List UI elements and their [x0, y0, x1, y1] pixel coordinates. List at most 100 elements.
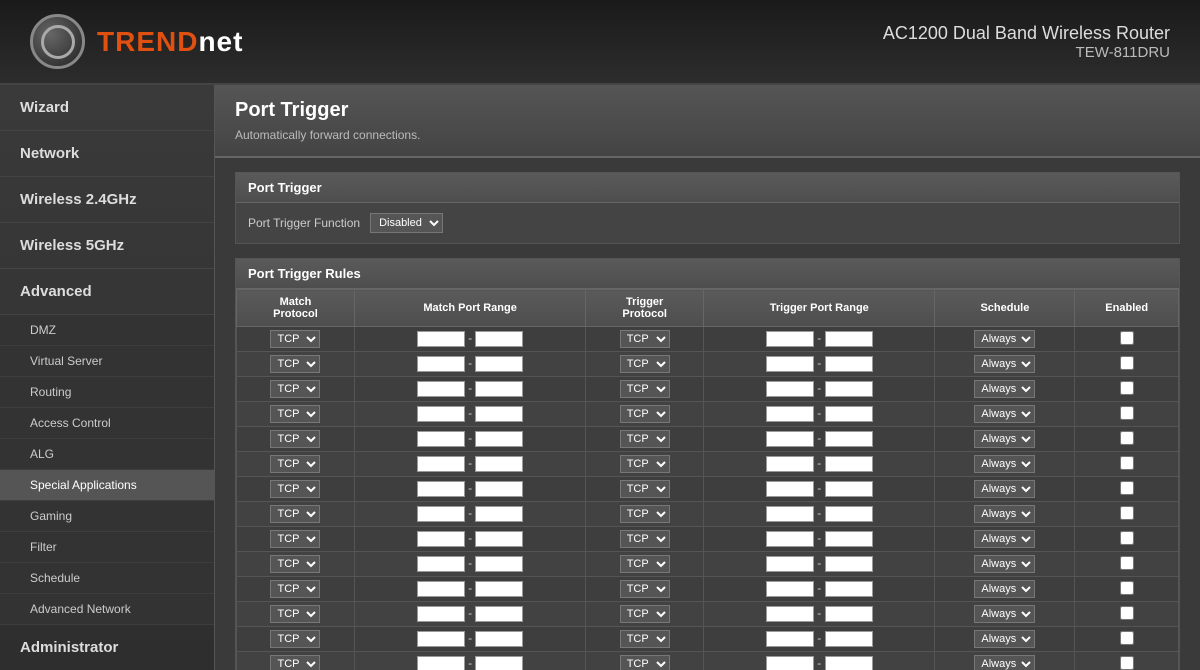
enabled-checkbox[interactable] — [1120, 631, 1134, 645]
schedule-select[interactable]: Always — [974, 555, 1035, 573]
trigger-port-start[interactable] — [766, 631, 814, 647]
trigger-port-end[interactable] — [825, 356, 873, 372]
trigger-port-start[interactable] — [766, 606, 814, 622]
sidebar-item-alg[interactable]: ALG — [0, 439, 214, 470]
match-protocol-select[interactable]: TCPUDPBoth — [270, 405, 320, 423]
sidebar-item-dmz[interactable]: DMZ — [0, 315, 214, 346]
match-protocol-select[interactable]: TCPUDPBoth — [270, 630, 320, 648]
match-port-end[interactable] — [475, 431, 523, 447]
trigger-port-end[interactable] — [825, 456, 873, 472]
function-select[interactable]: Disabled Enabled — [370, 213, 443, 233]
enabled-checkbox[interactable] — [1120, 656, 1134, 670]
schedule-select[interactable]: Always — [974, 355, 1035, 373]
trigger-port-start[interactable] — [766, 481, 814, 497]
trigger-protocol-select[interactable]: TCPUDPBoth — [620, 405, 670, 423]
trigger-protocol-select[interactable]: TCPUDPBoth — [620, 355, 670, 373]
match-port-end[interactable] — [475, 531, 523, 547]
sidebar-item-wireless24[interactable]: Wireless 2.4GHz — [0, 177, 214, 223]
enabled-checkbox[interactable] — [1120, 481, 1134, 495]
match-port-end[interactable] — [475, 631, 523, 647]
match-port-start[interactable] — [417, 631, 465, 647]
trigger-port-end[interactable] — [825, 631, 873, 647]
enabled-checkbox[interactable] — [1120, 606, 1134, 620]
trigger-port-end[interactable] — [825, 531, 873, 547]
trigger-port-end[interactable] — [825, 581, 873, 597]
trigger-protocol-select[interactable]: TCPUDPBoth — [620, 580, 670, 598]
trigger-port-end[interactable] — [825, 556, 873, 572]
match-port-end[interactable] — [475, 656, 523, 670]
match-port-start[interactable] — [417, 356, 465, 372]
schedule-select[interactable]: Always — [974, 605, 1035, 623]
match-port-end[interactable] — [475, 331, 523, 347]
match-protocol-select[interactable]: TCPUDPBoth — [270, 605, 320, 623]
match-port-start[interactable] — [417, 456, 465, 472]
schedule-select[interactable]: Always — [974, 405, 1035, 423]
trigger-protocol-select[interactable]: TCPUDPBoth — [620, 605, 670, 623]
trigger-port-start[interactable] — [766, 381, 814, 397]
sidebar-item-advanced[interactable]: Advanced — [0, 269, 214, 315]
sidebar-item-filter[interactable]: Filter — [0, 532, 214, 563]
trigger-protocol-select[interactable]: TCPUDPBoth — [620, 655, 670, 670]
schedule-select[interactable]: Always — [974, 480, 1035, 498]
enabled-checkbox[interactable] — [1120, 506, 1134, 520]
match-port-start[interactable] — [417, 581, 465, 597]
trigger-protocol-select[interactable]: TCPUDPBoth — [620, 430, 670, 448]
trigger-port-start[interactable] — [766, 581, 814, 597]
match-port-end[interactable] — [475, 356, 523, 372]
trigger-port-start[interactable] — [766, 656, 814, 670]
match-protocol-select[interactable]: TCPUDPBoth — [270, 455, 320, 473]
enabled-checkbox[interactable] — [1120, 531, 1134, 545]
trigger-protocol-select[interactable]: TCPUDPBoth — [620, 330, 670, 348]
sidebar-item-advanced-network[interactable]: Advanced Network — [0, 594, 214, 625]
enabled-checkbox[interactable] — [1120, 431, 1134, 445]
sidebar-item-access-control[interactable]: Access Control — [0, 408, 214, 439]
enabled-checkbox[interactable] — [1120, 556, 1134, 570]
match-protocol-select[interactable]: TCPUDPBoth — [270, 530, 320, 548]
trigger-port-end[interactable] — [825, 406, 873, 422]
match-protocol-select[interactable]: TCPUDPBoth — [270, 555, 320, 573]
trigger-protocol-select[interactable]: TCPUDPBoth — [620, 555, 670, 573]
match-port-end[interactable] — [475, 481, 523, 497]
trigger-port-start[interactable] — [766, 556, 814, 572]
match-port-end[interactable] — [475, 556, 523, 572]
sidebar-item-gaming[interactable]: Gaming — [0, 501, 214, 532]
match-port-end[interactable] — [475, 606, 523, 622]
trigger-port-start[interactable] — [766, 456, 814, 472]
match-port-end[interactable] — [475, 406, 523, 422]
sidebar-item-virtual-server[interactable]: Virtual Server — [0, 346, 214, 377]
trigger-port-start[interactable] — [766, 506, 814, 522]
match-port-start[interactable] — [417, 531, 465, 547]
match-protocol-select[interactable]: TCPUDPBoth — [270, 655, 320, 670]
match-protocol-select[interactable]: TCPUDPBoth — [270, 380, 320, 398]
schedule-select[interactable]: Always — [974, 505, 1035, 523]
trigger-port-end[interactable] — [825, 656, 873, 670]
match-port-start[interactable] — [417, 506, 465, 522]
enabled-checkbox[interactable] — [1120, 456, 1134, 470]
match-protocol-select[interactable]: TCPUDPBoth — [270, 580, 320, 598]
match-port-start[interactable] — [417, 331, 465, 347]
match-port-start[interactable] — [417, 406, 465, 422]
trigger-port-end[interactable] — [825, 481, 873, 497]
trigger-port-start[interactable] — [766, 356, 814, 372]
match-port-end[interactable] — [475, 456, 523, 472]
schedule-select[interactable]: Always — [974, 580, 1035, 598]
match-port-end[interactable] — [475, 381, 523, 397]
enabled-checkbox[interactable] — [1120, 331, 1134, 345]
trigger-port-start[interactable] — [766, 531, 814, 547]
sidebar-item-wireless5[interactable]: Wireless 5GHz — [0, 223, 214, 269]
match-protocol-select[interactable]: TCPUDPBoth — [270, 330, 320, 348]
sidebar-item-special-applications[interactable]: Special Applications — [0, 470, 214, 501]
trigger-port-start[interactable] — [766, 331, 814, 347]
schedule-select[interactable]: Always — [974, 430, 1035, 448]
sidebar-item-routing[interactable]: Routing — [0, 377, 214, 408]
match-port-start[interactable] — [417, 556, 465, 572]
trigger-port-start[interactable] — [766, 406, 814, 422]
trigger-port-end[interactable] — [825, 431, 873, 447]
match-protocol-select[interactable]: TCPUDPBoth — [270, 505, 320, 523]
sidebar-item-schedule[interactable]: Schedule — [0, 563, 214, 594]
schedule-select[interactable]: Always — [974, 455, 1035, 473]
trigger-port-end[interactable] — [825, 381, 873, 397]
schedule-select[interactable]: Always — [974, 380, 1035, 398]
trigger-protocol-select[interactable]: TCPUDPBoth — [620, 480, 670, 498]
enabled-checkbox[interactable] — [1120, 381, 1134, 395]
